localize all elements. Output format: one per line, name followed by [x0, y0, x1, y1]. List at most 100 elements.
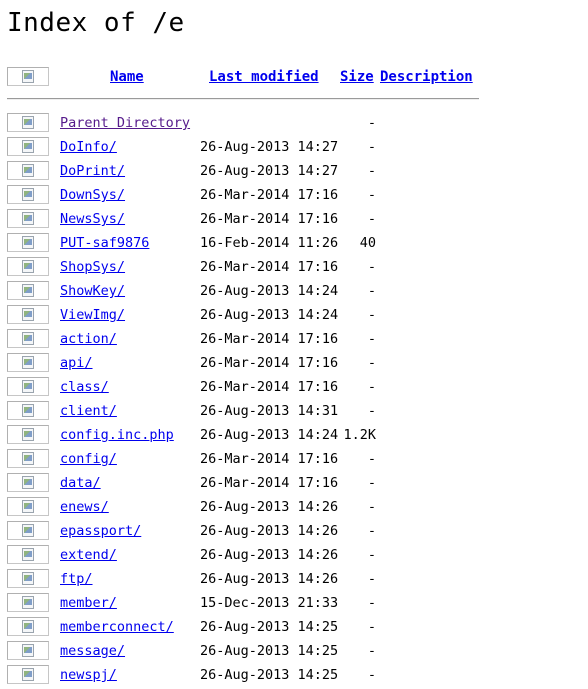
- entry-size: -: [367, 187, 376, 203]
- entry-last-modified: 26-Aug-2013 14:24: [200, 283, 339, 299]
- folder-icon[interactable]: [7, 377, 49, 396]
- table-row: NewsSys/26-Mar-2014 17:16 -: [0, 209, 588, 233]
- table-row: api/26-Mar-2014 17:16 -: [0, 353, 588, 377]
- entry-name-link[interactable]: config.inc.php: [60, 427, 174, 444]
- image-placeholder-icon: [22, 332, 34, 345]
- entry-last-modified: 26-Aug-2013 14:25: [200, 619, 339, 635]
- table-row: config.inc.php 26-Aug-2013 14:24 1.2K: [0, 425, 588, 449]
- entry-name-link[interactable]: action/: [60, 331, 117, 348]
- entry-name-link[interactable]: memberconnect/: [60, 619, 174, 636]
- folder-icon[interactable]: [7, 641, 49, 660]
- folder-icon[interactable]: [7, 521, 49, 540]
- folder-icon[interactable]: [7, 257, 49, 276]
- back-icon[interactable]: [7, 113, 49, 132]
- table-row: member/15-Dec-2013 21:33 -: [0, 593, 588, 617]
- folder-icon[interactable]: [7, 449, 49, 468]
- parent-directory-link[interactable]: Parent Directory: [60, 115, 190, 132]
- entry-name-link[interactable]: enews/: [60, 499, 109, 516]
- table-row: ShopSys/26-Mar-2014 17:16 -: [0, 257, 588, 281]
- image-placeholder-icon: [22, 356, 34, 369]
- entry-name-link[interactable]: DoInfo/: [60, 139, 117, 156]
- entry-name-link[interactable]: ViewImg/: [60, 307, 125, 324]
- entry-name-link[interactable]: DoPrint/: [60, 163, 125, 180]
- sort-by-name-link[interactable]: Name: [110, 68, 144, 86]
- entry-name-link[interactable]: class/: [60, 379, 109, 396]
- entry-name-link[interactable]: api/: [60, 355, 93, 372]
- entry-name-link[interactable]: newspj/: [60, 667, 117, 684]
- entry-size: -: [367, 571, 376, 587]
- sort-by-size-link[interactable]: Size: [340, 68, 374, 86]
- entry-name-link[interactable]: PUT-saf9876: [60, 235, 149, 252]
- sort-by-description-link[interactable]: Description: [380, 68, 473, 86]
- table-row: class/26-Mar-2014 17:16 -: [0, 377, 588, 401]
- table-row: DoPrint/26-Aug-2013 14:27 -: [0, 161, 588, 185]
- table-row: config/26-Mar-2014 17:16 -: [0, 449, 588, 473]
- folder-icon[interactable]: [7, 329, 49, 348]
- entry-last-modified: 26-Aug-2013 14:25: [200, 643, 339, 659]
- file-icon[interactable]: [7, 233, 49, 252]
- entry-last-modified: 26-Aug-2013 14:31: [200, 403, 339, 419]
- table-row: client/26-Aug-2013 14:31 -: [0, 401, 588, 425]
- table-row: extend/26-Aug-2013 14:26 -: [0, 545, 588, 569]
- image-placeholder-icon: [22, 548, 34, 561]
- table-row: DoInfo/26-Aug-2013 14:27 -: [0, 137, 588, 161]
- entry-last-modified: 26-Aug-2013 14:24: [200, 307, 339, 323]
- entry-name-link[interactable]: ShowKey/: [60, 283, 125, 300]
- blank-icon: [7, 67, 49, 86]
- folder-icon[interactable]: [7, 593, 49, 612]
- table-row: epassport/26-Aug-2013 14:26 -: [0, 521, 588, 545]
- entry-name-link[interactable]: config/: [60, 451, 117, 468]
- table-row: DownSys/26-Mar-2014 17:16 -: [0, 185, 588, 209]
- folder-icon[interactable]: [7, 353, 49, 372]
- folder-icon[interactable]: [7, 185, 49, 204]
- entry-size: -: [367, 403, 376, 419]
- folder-icon[interactable]: [7, 281, 49, 300]
- entry-last-modified: 26-Aug-2013 14:25: [200, 667, 339, 683]
- entry-name-link[interactable]: epassport/: [60, 523, 141, 540]
- folder-icon[interactable]: [7, 569, 49, 588]
- entry-name-link[interactable]: extend/: [60, 547, 117, 564]
- entry-name-link[interactable]: message/: [60, 643, 125, 660]
- entry-last-modified: 26-Aug-2013 14:26: [200, 499, 339, 515]
- folder-icon[interactable]: [7, 137, 49, 156]
- entry-name-link[interactable]: DownSys/: [60, 187, 125, 204]
- entry-name-link[interactable]: ftp/: [60, 571, 93, 588]
- entry-size: -: [367, 259, 376, 275]
- entry-last-modified: 26-Aug-2013 14:27: [200, 139, 339, 155]
- image-placeholder-icon: [22, 116, 34, 129]
- entry-size: -: [367, 355, 376, 371]
- entry-name-link[interactable]: data/: [60, 475, 101, 492]
- entry-size: -: [367, 547, 376, 563]
- file-icon[interactable]: [7, 425, 49, 444]
- folder-icon[interactable]: [7, 401, 49, 420]
- entry-size: 40: [359, 235, 376, 251]
- entry-last-modified: 26-Mar-2014 17:16: [200, 475, 339, 491]
- entry-name-link[interactable]: NewsSys/: [60, 211, 125, 228]
- entry-last-modified: 26-Aug-2013 14:24: [200, 427, 339, 443]
- image-placeholder-icon: [22, 188, 34, 201]
- folder-icon[interactable]: [7, 161, 49, 180]
- folder-icon[interactable]: [7, 305, 49, 324]
- folder-icon[interactable]: [7, 545, 49, 564]
- entry-size: -: [367, 523, 376, 539]
- entry-size: -: [367, 643, 376, 659]
- table-row: data/26-Mar-2014 17:16 -: [0, 473, 588, 497]
- entry-name-link[interactable]: client/: [60, 403, 117, 420]
- folder-icon[interactable]: [7, 209, 49, 228]
- image-placeholder-icon: [22, 140, 34, 153]
- image-placeholder-icon: [22, 476, 34, 489]
- entry-name-link[interactable]: member/: [60, 595, 117, 612]
- entry-name-link[interactable]: ShopSys/: [60, 259, 125, 276]
- image-placeholder-icon: [22, 260, 34, 273]
- image-placeholder-icon: [22, 452, 34, 465]
- folder-icon[interactable]: [7, 617, 49, 636]
- table-row: memberconnect/26-Aug-2013 14:25 -: [0, 617, 588, 641]
- table-row: newspj/26-Aug-2013 14:25 -: [0, 665, 588, 689]
- entry-size: -: [367, 667, 376, 683]
- image-placeholder-icon: [22, 380, 34, 393]
- entry-size: -: [367, 163, 376, 179]
- folder-icon[interactable]: [7, 473, 49, 492]
- image-placeholder-icon: [22, 620, 34, 633]
- sort-by-last-modified-link[interactable]: Last modified: [209, 68, 319, 86]
- folder-icon[interactable]: [7, 497, 49, 516]
